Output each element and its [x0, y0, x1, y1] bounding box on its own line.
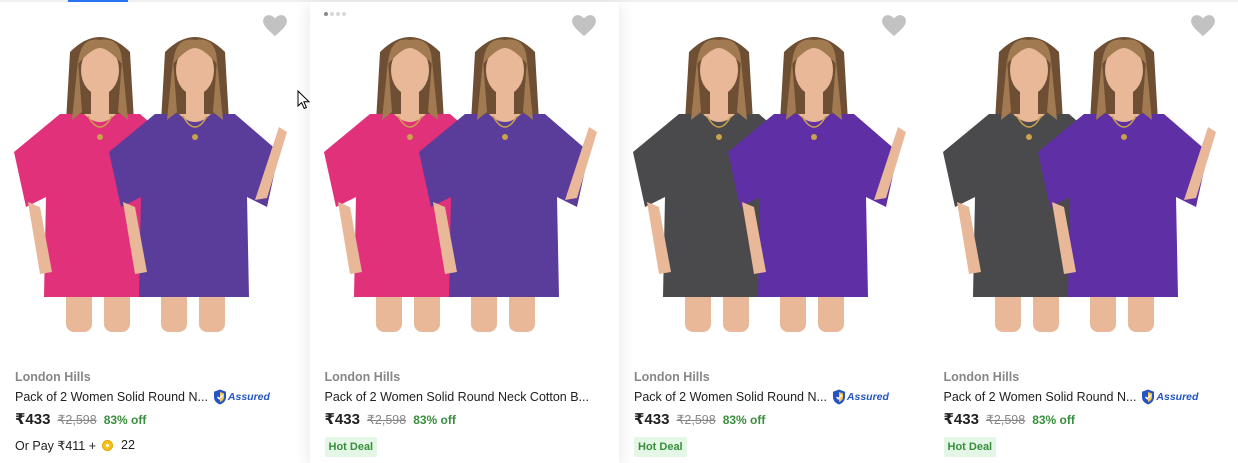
shield-icon [832, 389, 845, 404]
carousel-dot [335, 12, 340, 16]
product-info: London Hills Pack of 2 Women Solid Round… [15, 369, 300, 454]
shield-icon [1142, 389, 1155, 404]
heart-icon[interactable] [880, 14, 907, 38]
product-image[interactable] [929, 2, 1238, 342]
product-card[interactable]: London Hills Pack of 2 Women Solid Round… [928, 2, 1238, 463]
product-title[interactable]: Pack of 2 Women Solid Round N... [15, 390, 208, 404]
coin-pay-offer: Or Pay ₹411 + 22 [15, 436, 300, 454]
product-grid: London Hills Pack of 2 Women Solid Round… [0, 2, 1238, 463]
original-price: ₹2,598 [676, 413, 716, 427]
product-photo [942, 37, 1216, 332]
discount-percent: 83% off [103, 413, 147, 427]
product-photo [633, 37, 906, 332]
product-info: London Hills Pack of 2 Women Solid Round… [324, 369, 610, 457]
selling-price: ₹433 [15, 411, 51, 428]
pay-with-coins-text: Or Pay ₹411 + [15, 438, 97, 453]
product-card[interactable]: London Hills Pack of 2 Women Solid Round… [0, 2, 310, 463]
product-title[interactable]: Pack of 2 Women Solid Round N... [634, 390, 827, 404]
product-info: London Hills Pack of 2 Women Solid Round… [943, 369, 1229, 457]
brand-name: London Hills [15, 370, 91, 384]
heart-icon[interactable] [1190, 14, 1216, 38]
assured-badge: Assured [1141, 389, 1198, 405]
original-price: ₹2,598 [366, 413, 407, 427]
hot-deal-badge: Hot Deal [943, 437, 997, 457]
heart-icon[interactable] [261, 14, 288, 38]
carousel-dot [323, 12, 328, 16]
selling-price: ₹433 [634, 411, 670, 428]
mouse-cursor-icon [297, 90, 311, 110]
supercoin-icon [102, 439, 114, 451]
selling-price: ₹433 [324, 411, 360, 428]
product-photo [14, 37, 287, 332]
product-card[interactable]: London Hills Pack of 2 Women Solid Round… [619, 2, 929, 463]
original-price: ₹2,598 [57, 413, 97, 427]
discount-percent: 83% off [722, 413, 766, 427]
brand-name: London Hills [324, 370, 401, 384]
discount-percent: 83% off [1032, 413, 1075, 427]
shield-icon [213, 389, 226, 404]
hot-deal-badge: Hot Deal [324, 437, 378, 457]
product-title[interactable]: Pack of 2 Women Solid Round Neck Cotton … [325, 390, 589, 404]
product-image[interactable] [310, 2, 621, 342]
assured-label: Assured [1156, 390, 1199, 403]
carousel-dot [341, 12, 346, 16]
assured-badge: Assured [213, 389, 270, 405]
coin-count: 22 [121, 438, 135, 452]
original-price: ₹2,598 [985, 413, 1026, 427]
hot-deal-badge: Hot Deal [634, 437, 687, 457]
brand-name: London Hills [634, 370, 710, 384]
product-image[interactable] [0, 2, 311, 342]
product-info: London Hills Pack of 2 Women Solid Round… [634, 369, 919, 457]
product-title[interactable]: Pack of 2 Women Solid Round N... [944, 390, 1137, 404]
discount-percent: 83% off [413, 413, 456, 427]
product-photo [323, 37, 597, 332]
assured-badge: Assured [832, 389, 889, 405]
image-carousel-dots [323, 12, 346, 16]
assured-label: Assured [846, 390, 889, 403]
assured-label: Assured [227, 390, 270, 403]
heart-icon[interactable] [571, 14, 597, 38]
brand-name: London Hills [943, 370, 1020, 384]
product-image[interactable] [619, 2, 930, 342]
carousel-dot [329, 12, 334, 16]
product-card[interactable]: London Hills Pack of 2 Women Solid Round… [309, 2, 621, 463]
selling-price: ₹433 [943, 411, 979, 428]
